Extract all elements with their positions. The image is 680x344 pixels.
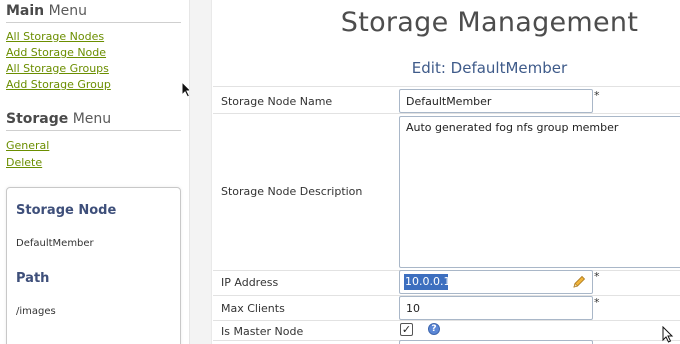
main-menu-heading-bold: Main (6, 3, 45, 19)
info-storage-node-title: Storage Node (16, 203, 117, 218)
edit-heading: Edit: DefaultMember (411, 59, 568, 77)
link-all-storage-nodes[interactable]: All Storage Nodes (6, 30, 104, 43)
storage-menu-heading: Storage Menu (6, 111, 111, 127)
storage-menu-rule (6, 130, 181, 131)
storage-menu-heading-rest: Menu (68, 111, 112, 127)
link-delete[interactable]: Delete (6, 156, 42, 169)
info-path-title: Path (16, 271, 50, 286)
row-divider (213, 320, 680, 321)
main-menu-heading: Main Menu (6, 3, 87, 19)
storage-node-description-label: Storage Node Description (221, 185, 363, 198)
checkmark-icon: ✓ (401, 323, 412, 336)
row-divider (213, 113, 680, 114)
storage-node-name-label: Storage Node Name (221, 95, 333, 108)
sidebar-divider (189, 0, 212, 344)
required-marker: * (594, 89, 600, 102)
required-marker: * (594, 270, 600, 283)
page-title: Storage Management (340, 7, 639, 38)
storage-node-name-input[interactable] (399, 89, 593, 113)
next-field-input[interactable] (399, 340, 593, 344)
link-add-storage-group[interactable]: Add Storage Group (6, 78, 111, 91)
sidebar: Main Menu All Storage Nodes Add Storage … (0, 0, 187, 344)
ip-address-value: 10.0.0.1 (404, 274, 451, 290)
mouse-cursor-icon (662, 326, 674, 343)
link-all-storage-groups[interactable]: All Storage Groups (6, 62, 109, 75)
required-marker: * (594, 296, 600, 309)
max-clients-label: Max Clients (221, 302, 285, 315)
is-master-node-checkbox[interactable]: ✓ (400, 323, 413, 336)
row-divider (213, 86, 680, 87)
main-menu-rule (6, 22, 181, 23)
info-storage-node-value: DefaultMember (16, 238, 94, 249)
pencil-icon[interactable] (571, 274, 587, 290)
ip-address-label: IP Address (221, 276, 279, 289)
link-add-storage-node[interactable]: Add Storage Node (6, 46, 106, 59)
max-clients-input[interactable] (399, 296, 593, 320)
storage-node-info-box: Storage Node DefaultMember Path /images (6, 187, 181, 344)
storage-menu-heading-bold: Storage (6, 111, 69, 127)
storage-node-description-textarea[interactable]: Auto generated fog nfs group member (399, 116, 680, 268)
help-icon[interactable]: ? (428, 323, 440, 335)
main-menu-heading-rest: Menu (44, 3, 88, 19)
is-master-node-label: Is Master Node (221, 325, 304, 338)
main-content: Storage Management Edit: DefaultMember S… (213, 0, 680, 344)
link-general[interactable]: General (6, 139, 49, 152)
info-path-value: /images (16, 306, 56, 317)
